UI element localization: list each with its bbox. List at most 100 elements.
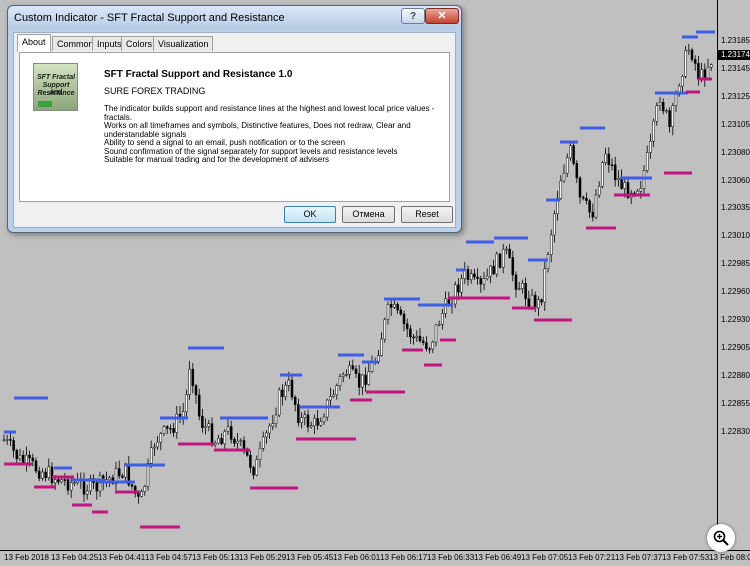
- logo-accent-bar: [38, 101, 52, 107]
- candle-body: [607, 153, 611, 165]
- candle-body: [121, 475, 124, 478]
- candle-body: [9, 439, 12, 441]
- candle-body: [290, 379, 294, 398]
- candle-body: [578, 177, 582, 198]
- price-tick-label: 1.22855: [721, 398, 750, 408]
- price-tick-label: 1.22830: [721, 426, 750, 436]
- candle-body: [82, 480, 86, 495]
- candle-body: [671, 105, 675, 128]
- candle-body: [585, 197, 588, 201]
- candle-body: [41, 471, 44, 479]
- candle-body: [207, 423, 211, 427]
- tab-colors[interactable]: Colors: [121, 36, 158, 51]
- candle-body: [217, 437, 220, 444]
- candle-body: [645, 152, 649, 171]
- candle-body: [47, 466, 51, 478]
- candle-body: [687, 49, 691, 52]
- candle-body: [338, 376, 342, 386]
- candle-body: [706, 66, 710, 79]
- time-tick-label: 13 Feb 07:37: [615, 553, 663, 562]
- candle-body: [565, 157, 569, 174]
- candle-body: [457, 284, 460, 293]
- candle-body: [271, 423, 275, 427]
- price-tick-label: 1.23185: [721, 36, 750, 45]
- candle-body: [597, 186, 601, 196]
- candle-body: [639, 188, 643, 192]
- price-tick-label: 1.23145: [721, 63, 750, 73]
- candle-body: [399, 309, 403, 315]
- candle-body: [396, 303, 399, 311]
- candle-body: [492, 265, 495, 275]
- description-line: Suitable for manual trading and for the …: [104, 155, 330, 164]
- candle-body: [674, 94, 678, 106]
- candle-body: [380, 338, 383, 356]
- tab-about[interactable]: About: [17, 34, 51, 52]
- logo-text-1: SFT Fractal: [36, 74, 76, 81]
- candle-body: [562, 172, 566, 182]
- candle-body: [281, 389, 284, 397]
- candle-body: [69, 482, 73, 491]
- candle-body: [703, 69, 707, 79]
- candle-body: [172, 428, 175, 433]
- help-button[interactable]: ?: [401, 8, 425, 24]
- candle-body: [514, 274, 518, 290]
- candle-body: [140, 491, 143, 497]
- close-button[interactable]: ✕: [425, 8, 459, 24]
- candle-body: [50, 466, 54, 484]
- indicator-company: SURE FOREX TRADING: [104, 86, 206, 96]
- tab-visualization[interactable]: Visualization: [153, 36, 214, 51]
- dialog-titlebar[interactable]: Custom Indicator - SFT Fractal Support a…: [8, 6, 461, 30]
- price-tick-label: 1.22985: [721, 259, 750, 269]
- candle-body: [258, 448, 262, 460]
- candle-body: [405, 323, 409, 330]
- candle-body: [511, 257, 515, 276]
- price-tick-label: 1.22880: [721, 370, 750, 380]
- candle-body: [681, 76, 684, 87]
- candle-body: [517, 288, 521, 290]
- candle-body: [418, 335, 422, 342]
- candle-body: [236, 440, 239, 444]
- candle-body: [335, 385, 339, 396]
- candle-body: [325, 399, 329, 418]
- candle-body: [668, 110, 671, 128]
- candle-body: [25, 454, 28, 463]
- indicator-title: SFT Fractal Support and Resistance 1.0: [104, 69, 293, 80]
- candle-body: [309, 425, 313, 428]
- candle-body: [402, 313, 406, 325]
- candle-body: [191, 368, 195, 386]
- time-tick-label: 13 Feb 05:29: [239, 553, 287, 562]
- time-tick-label: 13 Feb 06:33: [427, 553, 475, 562]
- candle-body: [572, 145, 575, 164]
- candle-body: [367, 371, 371, 385]
- zoom-in-icon[interactable]: [707, 524, 735, 552]
- candle-body: [415, 335, 419, 338]
- time-tick-label: 13 Feb 04:57: [145, 553, 193, 562]
- candle-body: [441, 313, 444, 325]
- time-tick-label: 13 Feb 08:09: [709, 553, 750, 562]
- time-tick-label: 13 Feb 05:45: [286, 553, 334, 562]
- ok-button[interactable]: OK: [284, 206, 336, 223]
- candle-body: [476, 276, 479, 279]
- candle-body: [354, 368, 358, 374]
- candle-body: [620, 177, 623, 189]
- candle-body: [28, 454, 31, 459]
- candle-body: [540, 299, 543, 303]
- candle-body: [697, 63, 700, 80]
- candle-body: [316, 418, 319, 426]
- price-tick-label: 1.22905: [721, 342, 750, 352]
- candle-body: [178, 413, 182, 417]
- candle-body: [341, 374, 345, 377]
- candle-body: [239, 440, 243, 442]
- time-tick-label: 13 Feb 05:13: [192, 553, 240, 562]
- candle-body: [313, 418, 316, 426]
- candle-body: [12, 440, 15, 451]
- candle-body: [287, 379, 291, 386]
- cancel-button[interactable]: Отмена: [342, 206, 395, 223]
- candle-body: [146, 463, 150, 487]
- candle-body: [569, 145, 572, 159]
- candle-body: [15, 450, 19, 460]
- reset-button[interactable]: Reset: [401, 206, 453, 223]
- candle-body: [505, 248, 508, 251]
- candle-body: [194, 385, 198, 396]
- time-tick-label: 13 Feb 04:41: [98, 553, 146, 562]
